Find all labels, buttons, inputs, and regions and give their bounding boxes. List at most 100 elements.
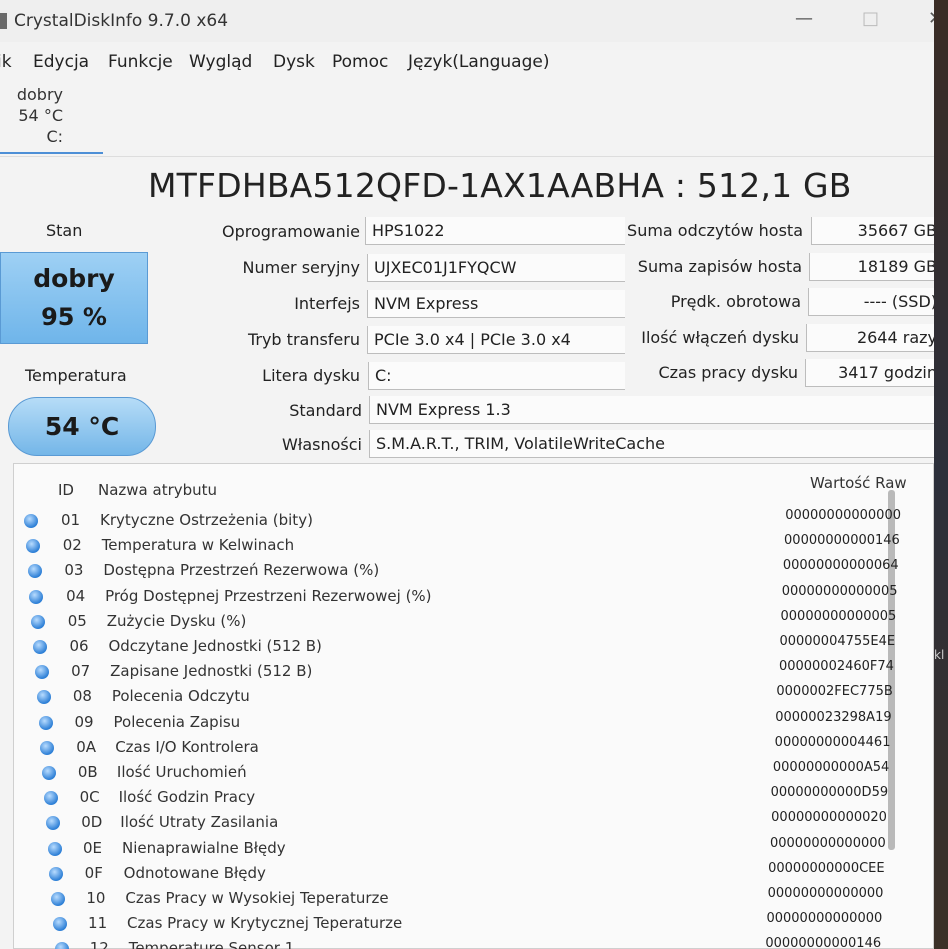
status-dot-icon — [34, 665, 49, 680]
app-window: CrystalDiskInfo 9.7.0 x64 — □ ✕ ik Edycj… — [0, 0, 934, 949]
drive-tab-c[interactable]: dobry 54 °C C: — [0, 84, 103, 154]
attribute-name: Czas I/O Kontrolera — [115, 737, 259, 756]
attribute-raw-value: 00000000000000 — [785, 508, 901, 523]
column-header-name[interactable]: Nazwa atrybutu — [98, 481, 217, 499]
title-bar: CrystalDiskInfo 9.7.0 x64 — □ ✕ — [0, 0, 934, 42]
rotation-value: ---- (SSD) — [808, 288, 934, 316]
firmware-label: Oprogramowanie — [222, 222, 360, 241]
attribute-id: 0F — [84, 863, 103, 882]
table-row[interactable]: 0E Nienaprawialne Błędy 00000000000000 — [0, 836, 934, 861]
attribute-id: 08 — [72, 687, 92, 706]
attribute-raw-value: 00000000000000 — [766, 911, 883, 927]
health-status-badge[interactable]: dobry 95 % — [0, 252, 148, 344]
attribute-id: 02 — [62, 536, 82, 555]
table-row[interactable]: 0D Ilość Utraty Zasilania 00000000000020 — [0, 810, 934, 835]
close-icon[interactable]: ✕ — [928, 8, 934, 29]
status-dot-icon — [29, 589, 44, 604]
table-row[interactable]: 10 Czas Pracy w Wysokiej Teperaturze 00000… — [0, 886, 934, 911]
table-row[interactable]: 03 Dostępna Przestrzeń Rezerwowa (%) 00000… — [0, 558, 934, 583]
attribute-name: Polecenia Zapisu — [113, 712, 241, 731]
attribute-name: Dostępna Przestrzeń Rezerwowa (%) — [103, 561, 380, 580]
table-row[interactable]: 08 Polecenia Odczytu 0000002FEC775B — [0, 684, 934, 709]
menu-language[interactable]: Język(Language) — [408, 52, 549, 72]
table-row[interactable]: 02 Temperatura w Kelwinach 00000000000146 — [0, 533, 934, 558]
status-dot-icon — [24, 514, 38, 528]
status-dot-icon — [38, 715, 53, 730]
table-row[interactable]: 0C Ilość Godzin Pracy 00000000000D59 — [0, 785, 934, 810]
temperature-label: Temperatura — [25, 366, 127, 385]
attribute-raw-value: 00000000004461 — [774, 734, 891, 750]
attribute-id: 06 — [69, 637, 89, 655]
attribute-raw-value: 00000000000000 — [767, 886, 884, 901]
attribute-name: Krytyczne Ostrzeżenia (bity) — [100, 511, 313, 529]
interface-value: NVM Express — [367, 290, 625, 318]
attribute-raw-value: 00000002460F74 — [778, 659, 894, 675]
menu-bar: ik Edycja Funkcje Wygląd Dysk Pomoc Języ… — [0, 46, 934, 80]
column-header-id[interactable]: ID — [58, 481, 74, 499]
status-dot-icon — [33, 640, 48, 654]
menu-help[interactable]: Pomoc — [332, 52, 388, 72]
standard-label: Standard — [289, 401, 362, 420]
drive-letter-label: Litera dysku — [262, 366, 360, 385]
status-dot-icon — [49, 866, 64, 881]
menu-edit[interactable]: Edycja — [33, 52, 89, 72]
attribute-name: Odnotowane Błędy — [123, 863, 266, 882]
status-dot-icon — [42, 766, 57, 780]
attribute-name: Ilość Uruchomień — [116, 763, 247, 781]
table-row[interactable]: 06 Odczytane Jednostki (512 B) 00000004755… — [0, 634, 934, 659]
table-row[interactable]: 04 Próg Dostępnej Przestrzeni Rezerwowej … — [0, 584, 934, 609]
app-icon — [0, 13, 7, 29]
table-row[interactable]: 05 Zużycie Dysku (%) 00000000000005 — [0, 609, 934, 634]
attribute-raw-value: 00000023298A19 — [775, 709, 892, 725]
interface-label: Interfejs — [294, 294, 360, 313]
window-title: CrystalDiskInfo 9.7.0 x64 — [14, 11, 229, 31]
features-value: S.M.A.R.T., TRIM, VolatileWriteCache — [369, 430, 934, 458]
attribute-name: Czas Pracy w Krytycznej Teperaturze — [127, 914, 403, 933]
attribute-name: Czas Pracy w Wysokiej Teperaturze — [125, 889, 389, 907]
attribute-raw-value: 00000004755E4E — [779, 634, 896, 649]
attribute-name: Zapisane Jednostki (512 B) — [110, 662, 313, 681]
drive-tab-temp: 54 °C — [18, 106, 63, 125]
attribute-id: 0B — [77, 763, 98, 781]
attribute-name: Odczytane Jednostki (512 B) — [108, 637, 322, 655]
table-row[interactable]: 01 Krytyczne Ostrzeżenia (bity) 0000000000… — [0, 508, 934, 533]
power-on-count-label: Ilość włączeń dysku — [641, 328, 799, 347]
drive-tab-status: dobry — [16, 85, 63, 104]
table-row[interactable]: 0B Ilość Uruchomień 00000000000A54 — [0, 760, 934, 785]
host-reads-value: 35667 GB — [811, 217, 934, 245]
status-dot-icon — [53, 917, 68, 932]
standard-value: NVM Express 1.3 — [369, 396, 934, 424]
health-label: Stan — [46, 221, 83, 240]
attribute-raw-value: 00000000000A54 — [772, 760, 890, 775]
temperature-badge[interactable]: 54 °C — [8, 397, 156, 456]
table-row[interactable]: 11 Czas Pracy w Krytycznej Teperaturze 000… — [0, 911, 934, 936]
attribute-raw-value: 0000002FEC775B — [776, 684, 893, 700]
transfer-mode-value: PCIe 3.0 x4 | PCIe 3.0 x4 — [367, 326, 625, 354]
table-row[interactable]: 07 Zapisane Jednostki (512 B) 00000002460F… — [0, 659, 934, 684]
attribute-raw-value: 00000000000146 — [765, 936, 882, 949]
table-row[interactable]: 0A Czas I/O Kontrolera 00000000004461 — [0, 734, 934, 760]
drive-letter-value: C: — [368, 362, 625, 390]
table-row[interactable]: 12 Temperature Sensor 1 00000000000146 — [0, 936, 934, 949]
menu-functions[interactable]: Funkcje — [108, 52, 173, 72]
host-writes-label: Suma zapisów hosta — [637, 257, 802, 276]
status-dot-icon — [36, 690, 51, 705]
status-dot-icon — [31, 614, 46, 629]
status-dot-icon — [54, 942, 69, 949]
maximize-icon[interactable]: □ — [862, 8, 879, 29]
table-row[interactable]: 09 Polecenia Zapisu 00000023298A19 — [0, 709, 934, 735]
table-row[interactable]: 0F Odnotowane Błędy 00000000000CEE — [0, 861, 934, 886]
divider — [0, 156, 934, 157]
attribute-id: 0E — [82, 838, 102, 857]
menu-view[interactable]: Wygląd — [189, 52, 252, 72]
attribute-id: 01 — [61, 511, 81, 529]
menu-disk[interactable]: Dysk — [273, 52, 315, 72]
menu-file[interactable]: ik — [0, 52, 12, 72]
drive-model-title: MTFDHBA512QFD-1AX1AABHA : 512,1 GB — [148, 166, 852, 205]
attribute-id: 0A — [76, 737, 97, 756]
attribute-id: 12 — [89, 939, 109, 949]
status-dot-icon — [51, 892, 66, 906]
minimize-icon[interactable]: — — [795, 8, 813, 29]
attribute-name: Temperatura w Kelwinach — [101, 536, 295, 555]
attribute-raw-value: 00000000000146 — [784, 533, 900, 549]
